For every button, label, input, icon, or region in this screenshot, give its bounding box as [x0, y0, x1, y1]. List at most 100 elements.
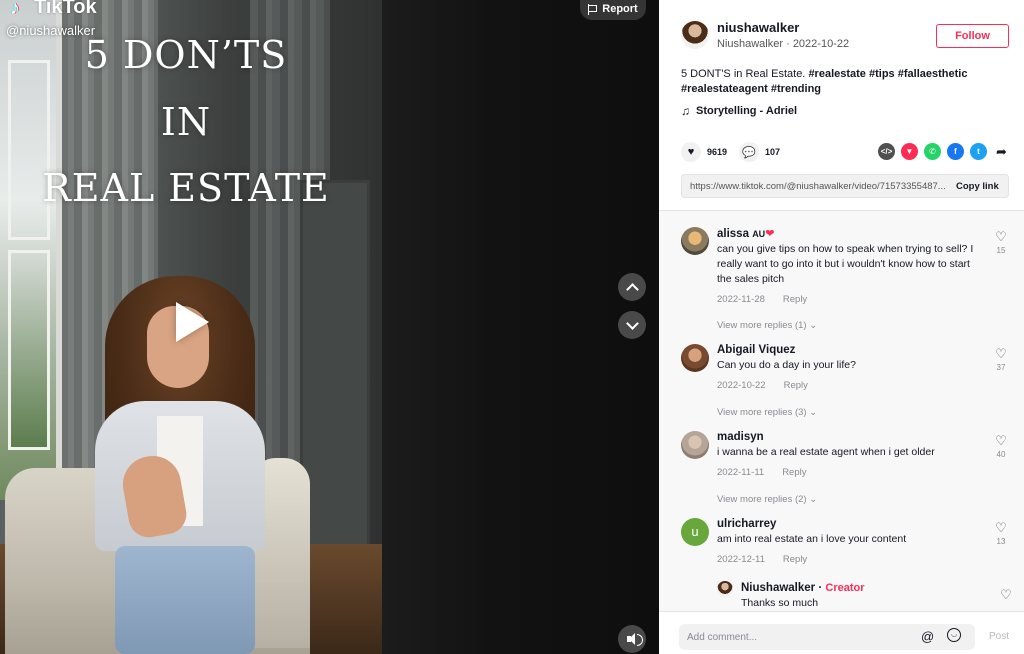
commenter-name[interactable]: alissa AU❤	[717, 227, 983, 240]
separator: ·	[783, 38, 793, 50]
facebook-icon[interactable]: f	[947, 143, 964, 160]
separator: ·	[815, 582, 826, 594]
twitter-icon[interactable]: t	[970, 143, 987, 160]
volume-button[interactable]	[618, 625, 646, 653]
commenter-name[interactable]: Abigail Viquez	[717, 344, 983, 356]
comment-date: 2022-11-11	[717, 467, 765, 478]
copy-link-button[interactable]: Copy link	[956, 181, 999, 192]
view-more-replies-label: View more replies (2)	[717, 494, 807, 505]
hashtag-link[interactable]: #realestateagent	[681, 83, 768, 95]
send-to-friends-icon[interactable]: ▼	[901, 143, 918, 160]
reply-like[interactable]: ♡	[996, 588, 1016, 601]
heart-outline-icon[interactable]: ♡	[991, 434, 1011, 447]
hashtag-link[interactable]: #tips	[869, 68, 895, 80]
flag-icon	[588, 3, 598, 15]
comment-like[interactable]: ♡ 13	[991, 521, 1011, 546]
comment-meta: 2022-11-28 Reply	[717, 294, 983, 305]
comment-input-bar: @ ◡ Post	[659, 611, 1024, 654]
emoji-icon[interactable]: ◡	[947, 628, 961, 642]
music-link[interactable]: ♫ Storytelling - Adriel	[681, 104, 797, 118]
previous-video-button[interactable]	[618, 273, 646, 301]
play-icon[interactable]	[176, 302, 209, 342]
video-url[interactable]: https://www.tiktok.com/@niushawalker/vid…	[690, 181, 948, 192]
comment-text: Can you do a day in your life?	[717, 359, 856, 371]
like-stat[interactable]: ♥ 9619	[681, 142, 727, 162]
author-username[interactable]: niushawalker	[717, 20, 849, 35]
window-pane	[8, 250, 50, 450]
window-pane	[8, 60, 50, 240]
tiktok-watermark: ♪ TikTok	[10, 0, 97, 19]
comment-text: am into real estate an i love your conte…	[717, 533, 907, 545]
comment-body: Abigail Viquez Can you do a day in your …	[717, 344, 983, 391]
comment-like-count: 40	[996, 450, 1006, 459]
overlay-line-1: 5 DON’TS	[84, 33, 288, 77]
author-text: niushawalker Niushawalker · 2022-10-22	[717, 20, 849, 50]
mention-icon[interactable]: @	[921, 629, 934, 644]
heart-outline-icon[interactable]: ♡	[991, 347, 1011, 360]
reply-button[interactable]: Reply	[784, 380, 808, 391]
hashtag-link[interactable]: #trending	[771, 83, 821, 95]
heart-outline-icon[interactable]: ♡	[996, 588, 1016, 601]
comment-like[interactable]: ♡ 15	[991, 230, 1011, 255]
music-note-icon: ♫	[681, 104, 690, 118]
comment-body: alissa AU❤ can you give tips on how to s…	[717, 227, 983, 305]
author-nickname: Niushawalker	[717, 38, 784, 50]
commenter-name[interactable]: ulricharrey	[717, 518, 983, 530]
comment-list[interactable]: alissa AU❤ can you give tips on how to s…	[659, 211, 1024, 611]
view-more-replies-label: View more replies (1)	[717, 320, 807, 331]
view-more-replies[interactable]: View more replies (1) ⌄	[717, 320, 817, 331]
report-label: Report	[602, 3, 638, 15]
share-buttons: </> ▼ ✆ f t ➦	[878, 143, 1010, 160]
video-caption: 5 DONT'S in Real Estate. #realestate #ti…	[681, 67, 1001, 97]
next-video-button[interactable]	[618, 311, 646, 339]
copy-link-box: https://www.tiktok.com/@niushawalker/vid…	[681, 174, 1009, 198]
share-arrow-icon[interactable]: ➦	[993, 143, 1010, 160]
report-button[interactable]: Report	[580, 0, 646, 20]
comment-like[interactable]: ♡ 37	[991, 347, 1011, 372]
commenter-name[interactable]: madisyn	[717, 431, 983, 443]
commenter-avatar[interactable]	[681, 344, 709, 372]
chevron-down-icon: ⌄	[809, 407, 818, 418]
comment-like-count: 13	[996, 537, 1006, 546]
comment-bubble-icon[interactable]: 💬	[739, 142, 760, 162]
comment-stat[interactable]: 💬 107	[739, 142, 780, 162]
view-more-replies[interactable]: View more replies (2) ⌄	[717, 494, 817, 505]
creator-name-line[interactable]: Niushawalker · Creator	[741, 582, 1007, 594]
wall-panel	[300, 180, 370, 600]
commenter-avatar[interactable]	[681, 431, 709, 459]
whatsapp-icon[interactable]: ✆	[924, 143, 941, 160]
embed-icon[interactable]: </>	[878, 143, 895, 160]
comment-like-count: 15	[996, 246, 1006, 255]
brand-name: TikTok	[34, 0, 97, 18]
creator-badge: Creator	[825, 582, 865, 594]
creator-avatar[interactable]	[717, 581, 733, 597]
heart-icon[interactable]: ♥	[681, 142, 701, 162]
author-info[interactable]: niushawalker Niushawalker · 2022-10-22	[681, 20, 849, 50]
creator-name: Niushawalker	[741, 582, 816, 594]
reply-button[interactable]: Reply	[783, 294, 807, 305]
comment-body: madisyn i wanna be a real estate agent w…	[717, 431, 983, 478]
comment-like[interactable]: ♡ 40	[991, 434, 1011, 459]
video-frame[interactable]: ♪ TikTok @niushawalker 5 DON’TS IN REAL …	[0, 0, 382, 654]
comment-meta: 2022-10-22 Reply	[717, 380, 983, 391]
heart-outline-icon[interactable]: ♡	[991, 230, 1011, 243]
post-button[interactable]: Post	[989, 631, 1009, 642]
author-avatar[interactable]	[681, 21, 709, 49]
follow-button[interactable]: Follow	[936, 24, 1009, 48]
view-more-replies-label: View more replies (3)	[717, 407, 807, 418]
reply-button[interactable]: Reply	[783, 554, 807, 565]
comment-date: 2022-10-22	[717, 380, 766, 391]
comment-date: 2022-12-11	[717, 554, 765, 565]
heart-outline-icon[interactable]: ♡	[991, 521, 1011, 534]
hashtag-link[interactable]: #fallaesthetic	[898, 68, 968, 80]
chevron-up-icon	[625, 282, 639, 296]
commenter-avatar[interactable]	[681, 227, 709, 255]
comment-meta: 2022-12-11 Reply	[717, 554, 983, 565]
commenter-avatar[interactable]: u	[681, 518, 709, 546]
view-more-replies[interactable]: View more replies (3) ⌄	[717, 407, 817, 418]
chevron-down-icon: ⌄	[809, 320, 818, 331]
comment-text: can you give tips on how to speak when t…	[717, 243, 974, 285]
hashtag-link[interactable]: #realestate	[808, 68, 866, 80]
reply-button[interactable]: Reply	[782, 467, 806, 478]
music-title: Storytelling - Adriel	[696, 105, 798, 117]
